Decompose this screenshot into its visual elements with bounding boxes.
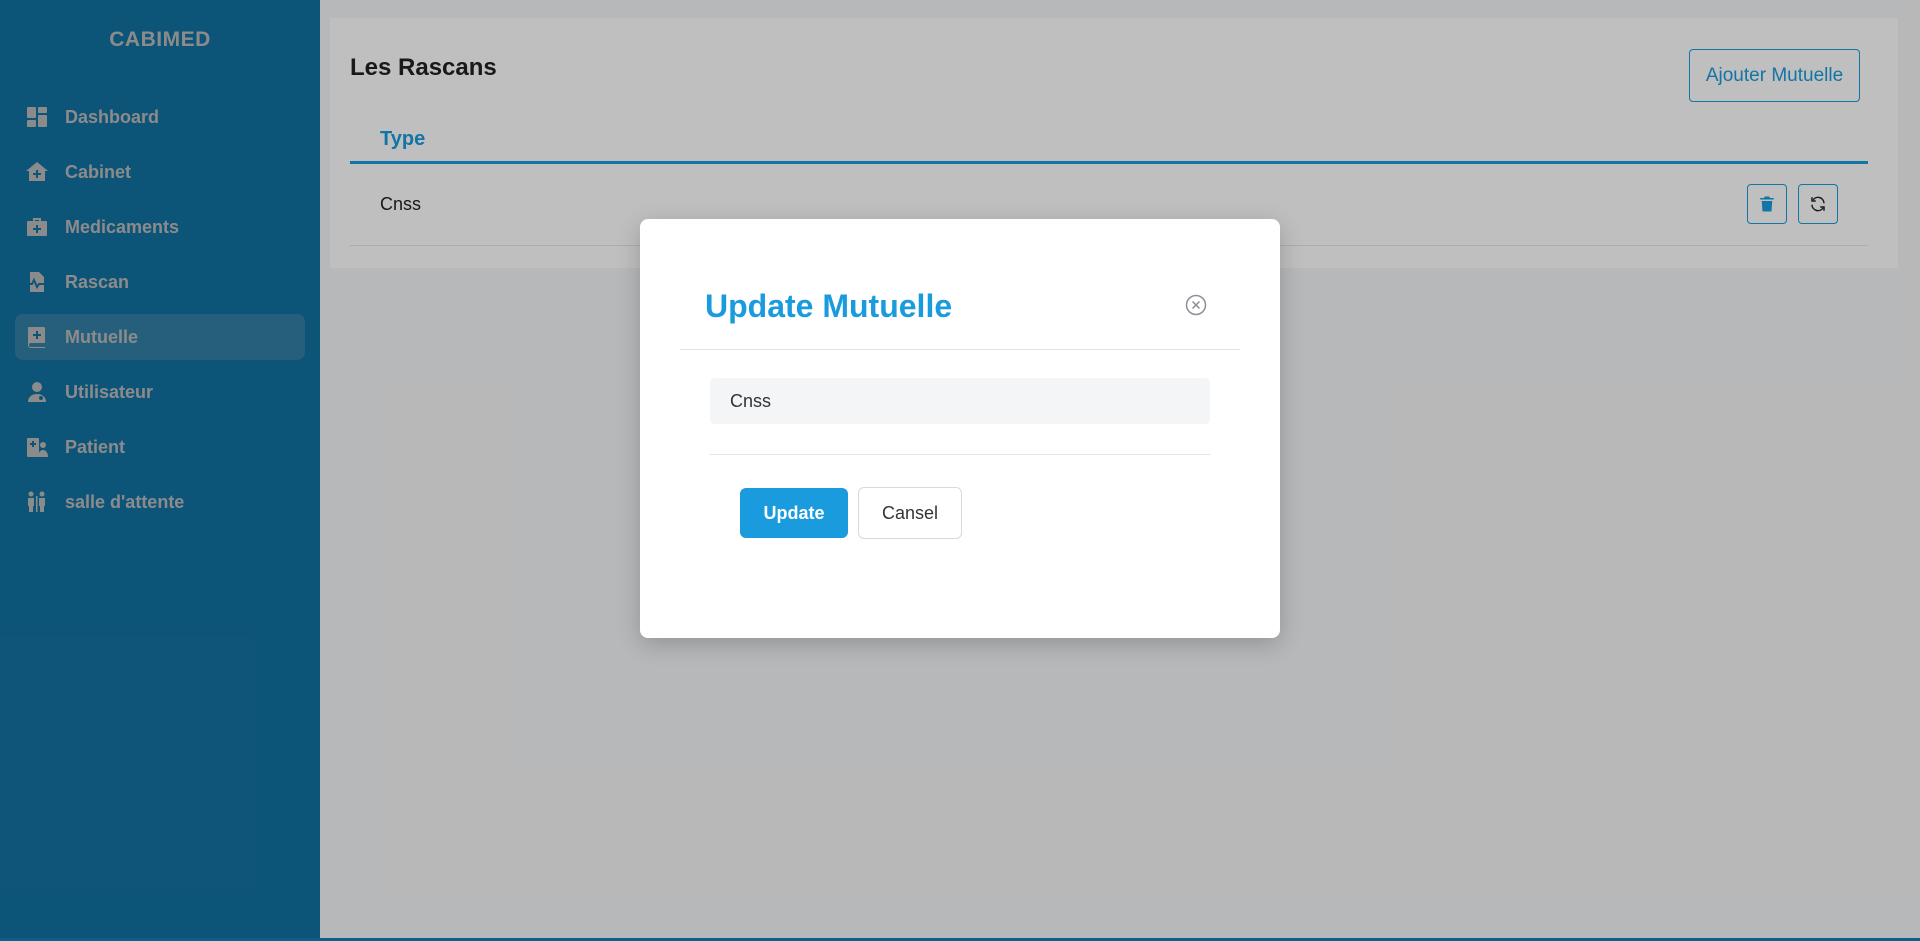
close-icon[interactable] (1184, 293, 1208, 317)
modal-update-button[interactable]: Update (740, 488, 848, 538)
update-mutuelle-modal: Update Mutuelle Update Cansel (640, 219, 1280, 638)
modal-cancel-button[interactable]: Cansel (858, 487, 962, 539)
modal-title: Update Mutuelle (705, 288, 953, 324)
sidebar-backdrop (0, 0, 320, 941)
modal-footer-divider (710, 454, 1210, 455)
mutuelle-type-input[interactable] (710, 378, 1210, 424)
modal-divider (680, 349, 1240, 350)
